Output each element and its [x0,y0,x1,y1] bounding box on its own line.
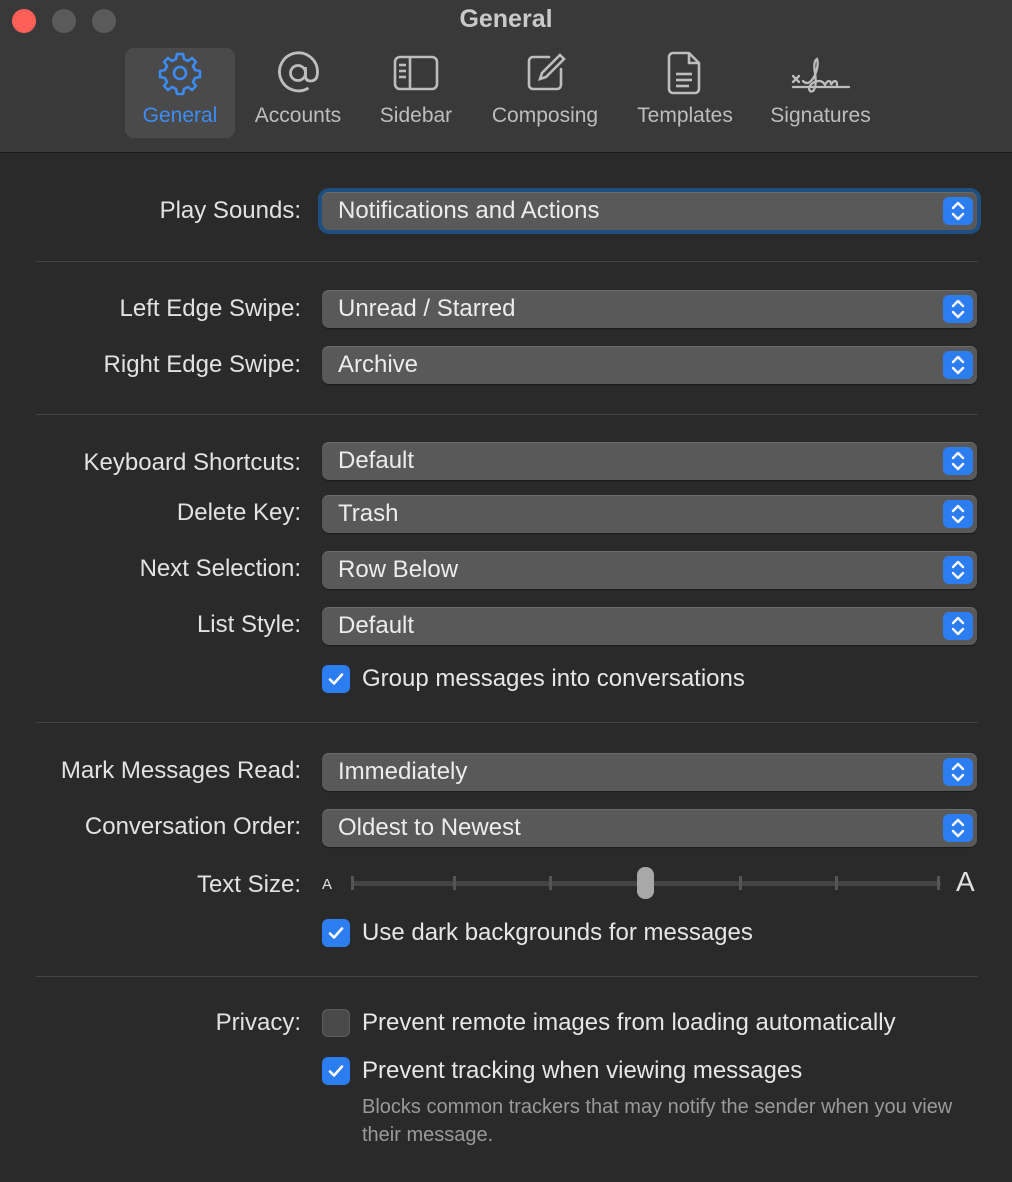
mark-read-label: Mark Messages Read: [60,757,301,784]
text-size-large-glyph: A [956,866,975,897]
tab-sidebar-label: Sidebar [379,104,453,127]
window-title: General [459,5,553,33]
left-edge-swipe-popup[interactable]: Unread / Starred [322,290,977,328]
keyboard-shortcuts-value: Default [338,447,415,474]
prevent-tracking-checkbox[interactable] [322,1057,350,1085]
delete-key-value: Trash [338,500,399,527]
delete-key-popup[interactable]: Trash [322,495,977,533]
tab-composing[interactable]: Composing [480,48,610,138]
tab-accounts-label: Accounts [254,104,342,127]
next-selection-popup[interactable]: Row Below [322,551,977,589]
sidebar-icon [366,48,466,98]
chevron-updown-icon [943,814,973,842]
prevent-tracking-label[interactable]: Prevent tracking when viewing messages [362,1057,802,1085]
list-style-label: List Style: [196,611,301,638]
tab-composing-label: Composing [491,104,599,127]
chevron-updown-icon [943,351,973,379]
text-size-label: Text Size: [196,871,301,898]
list-style-popup[interactable]: Default [322,607,977,645]
divider [36,722,978,723]
next-selection-label: Next Selection: [139,555,301,582]
toolbar: General General Accounts Sidebar Composi… [0,0,1012,153]
slider-tick [549,876,552,890]
text-size-small-glyph: A [322,876,333,893]
chevron-updown-icon [943,500,973,528]
checkmark-icon [328,927,344,939]
remote-images-checkbox[interactable] [322,1009,350,1037]
tab-signatures-label: Signatures [770,104,871,127]
chevron-updown-icon [943,295,973,323]
remote-images-label[interactable]: Prevent remote images from loading autom… [362,1009,896,1037]
mark-read-value: Immediately [338,758,468,785]
right-edge-swipe-value: Archive [338,351,419,378]
text-size-slider-thumb[interactable] [637,867,654,899]
conversation-order-label: Conversation Order: [84,813,301,840]
group-messages-checkbox[interactable] [322,665,350,693]
play-sounds-popup[interactable]: Notifications and Actions [322,192,977,230]
slider-tick [351,876,354,890]
right-edge-swipe-popup[interactable]: Archive [322,346,977,384]
signature-icon [758,48,883,98]
slider-tick [739,876,742,890]
divider [36,414,978,415]
chevron-updown-icon [943,197,973,225]
left-edge-swipe-label: Left Edge Swipe: [119,295,301,322]
mark-read-popup[interactable]: Immediately [322,753,977,791]
compose-icon [480,48,610,98]
keyboard-shortcuts-label: Keyboard Shortcuts: [83,449,301,476]
play-sounds-label: Play Sounds: [159,197,301,224]
privacy-label: Privacy: [215,1009,301,1036]
chevron-updown-icon [943,758,973,786]
at-sign-icon [243,48,353,98]
conversation-order-value: Oldest to Newest [338,814,521,841]
list-style-value: Default [338,612,415,639]
chevron-updown-icon [943,447,973,475]
tab-signatures[interactable]: Signatures [758,48,883,138]
conversation-order-popup[interactable]: Oldest to Newest [322,809,977,847]
next-selection-value: Row Below [338,556,459,583]
keyboard-shortcuts-popup[interactable]: Default [322,442,977,480]
dark-backgrounds-label[interactable]: Use dark backgrounds for messages [362,919,753,947]
tab-sidebar[interactable]: Sidebar [366,48,466,138]
delete-key-label: Delete Key: [176,499,301,526]
tab-templates[interactable]: Templates [625,48,745,138]
slider-tick [453,876,456,890]
dark-backgrounds-checkbox[interactable] [322,919,350,947]
divider [36,976,978,977]
tab-general-label: General [142,104,218,127]
left-edge-swipe-value: Unread / Starred [338,295,516,322]
checkmark-icon [328,1065,344,1077]
tab-accounts[interactable]: Accounts [243,48,353,138]
slider-tick [937,876,940,890]
right-edge-swipe-label: Right Edge Swipe: [103,351,301,378]
tab-general[interactable]: General [125,48,235,138]
divider [36,261,978,262]
gear-icon [125,48,235,98]
chevron-updown-icon [943,556,973,584]
checkmark-icon [328,673,344,685]
play-sounds-value: Notifications and Actions [338,197,600,224]
tab-templates-label: Templates [637,104,733,127]
chevron-updown-icon [943,612,973,640]
slider-tick [835,876,838,890]
group-messages-label[interactable]: Group messages into conversations [362,665,745,693]
document-icon [625,48,745,98]
tracking-help-text: Blocks common trackers that may notify t… [362,1096,953,1146]
